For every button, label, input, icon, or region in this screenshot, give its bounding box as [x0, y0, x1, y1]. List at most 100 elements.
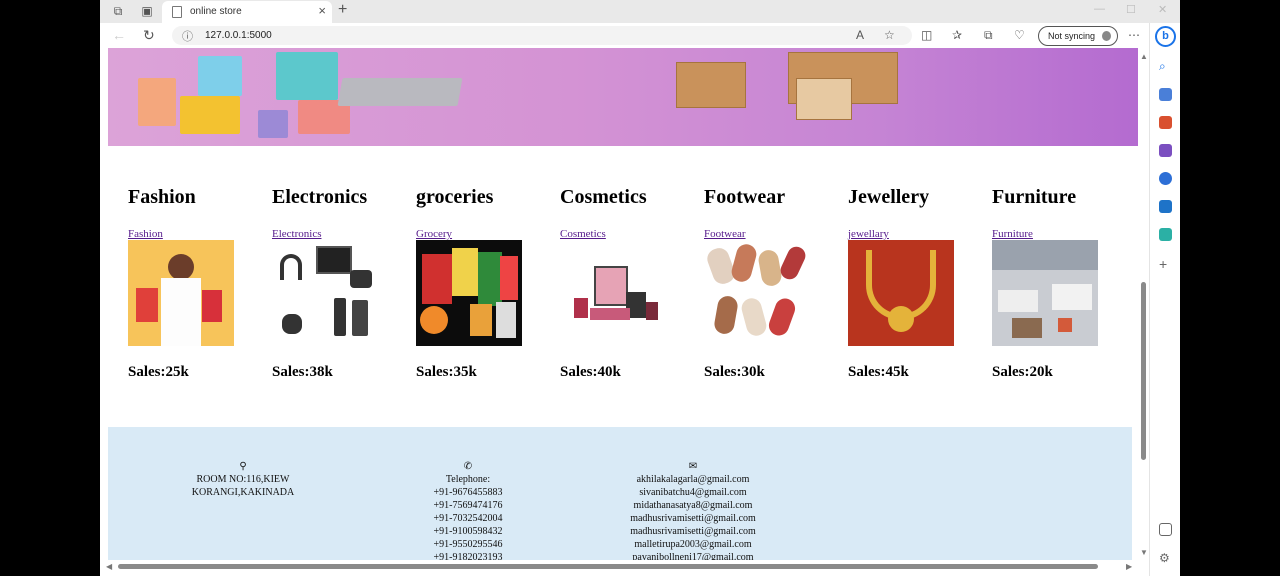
furniture-image — [992, 240, 1098, 346]
jewellery-image — [848, 240, 954, 346]
collections-icon[interactable]: ⧉ — [984, 28, 993, 43]
sidebar-toggle-icon[interactable] — [1159, 523, 1172, 536]
tab-title: online store — [190, 6, 242, 17]
settings-gear-icon[interactable]: ⚙ — [1159, 551, 1172, 565]
address-block: ⚲ ROOM NO:116,KIEW KORANGI,KAKINADA — [178, 461, 308, 499]
close-window-icon[interactable]: ✕ — [1158, 3, 1167, 16]
category-title: Cosmetics — [560, 186, 647, 208]
scroll-up-icon[interactable]: ▲ — [1140, 52, 1148, 61]
category-title: Jewellery — [848, 186, 930, 208]
url-text: 127.0.0.1:5000 — [205, 30, 272, 41]
groceries-image — [416, 240, 522, 346]
gift-box-graphic — [258, 110, 288, 138]
category-title: groceries — [416, 186, 494, 208]
hero-banner-image — [108, 48, 1138, 146]
vertical-scroll-thumb[interactable] — [1141, 282, 1146, 460]
sales-value: Sales:35k — [416, 364, 477, 380]
category-link[interactable]: Footwear — [704, 228, 824, 240]
vertical-scrollbar[interactable]: ▲ ▼ — [1138, 48, 1149, 560]
category-card-cosmetics: Cosmetics Cosmetics Sales:40k — [560, 186, 680, 381]
cardboard-box-graphic — [796, 78, 852, 120]
new-tab-icon[interactable]: + — [338, 1, 347, 19]
category-title: Furniture — [992, 186, 1077, 208]
sales-value: Sales:25k — [128, 364, 189, 380]
category-link[interactable]: jewellary — [848, 228, 968, 240]
read-aloud-icon[interactable]: A — [856, 28, 864, 42]
address-line: KORANGI,KAKINADA — [191, 487, 295, 498]
workspaces-icon[interactable]: ⧉ — [111, 4, 125, 18]
footwear-image — [704, 240, 810, 346]
drop-icon[interactable] — [1159, 228, 1172, 241]
email-address: madhusrivamisetti@gmail.com — [630, 513, 756, 524]
horizontal-scroll-thumb[interactable] — [118, 564, 1098, 569]
split-screen-icon[interactable]: ◫ — [921, 28, 932, 42]
phone-number: +91-9100598432 — [433, 526, 503, 537]
outlook-icon[interactable] — [1159, 200, 1172, 213]
category-link[interactable]: Grocery — [416, 228, 536, 240]
category-link[interactable]: Cosmetics — [560, 228, 680, 240]
scroll-left-icon[interactable]: ◀ — [106, 562, 112, 571]
category-title: Fashion — [128, 186, 196, 208]
category-link[interactable]: Electronics — [272, 228, 392, 240]
games-icon[interactable] — [1159, 144, 1172, 157]
tab-actions-icon[interactable]: ▣ — [140, 4, 154, 18]
info-icon[interactable]: ⓘ — [182, 28, 193, 44]
phone-number: +91-7569474176 — [433, 500, 503, 511]
scroll-down-icon[interactable]: ▼ — [1140, 548, 1148, 557]
email-address: malletirupa2003@gmail.com — [634, 539, 752, 550]
sync-button[interactable]: Not syncing — [1038, 26, 1118, 46]
bing-copilot-icon[interactable]: b — [1155, 26, 1176, 47]
search-icon[interactable]: ⌕ — [1159, 59, 1172, 73]
category-card-groceries: groceries Grocery Sales:35k — [416, 186, 536, 381]
favorites-icon[interactable]: ✰ — [952, 28, 962, 42]
more-options-icon[interactable]: ⋯ — [1128, 28, 1140, 42]
browser-essentials-icon[interactable]: ♡ — [1014, 28, 1025, 42]
shopping-bag-graphic — [138, 78, 176, 126]
favorite-star-icon[interactable]: ☆ — [884, 28, 895, 42]
phone-number: +91-9676455883 — [433, 487, 503, 498]
email-address: midathanasatya8@gmail.com — [633, 500, 753, 511]
fashion-image — [128, 240, 234, 346]
sync-label: Not syncing — [1048, 31, 1096, 41]
horizontal-scrollbar[interactable]: ◀ ▶ — [100, 560, 1138, 573]
tools-icon[interactable] — [1159, 116, 1172, 129]
category-link[interactable]: Fashion — [128, 228, 248, 240]
laptop-graphic — [337, 78, 463, 106]
category-link[interactable]: Furniture — [992, 228, 1112, 240]
envelope-icon: ✉ — [688, 461, 698, 472]
sales-value: Sales:38k — [272, 364, 333, 380]
location-pin-icon: ⚲ — [239, 461, 247, 472]
microsoft365-icon[interactable] — [1159, 172, 1172, 185]
profile-avatar — [1102, 31, 1111, 41]
sales-value: Sales:30k — [704, 364, 765, 380]
cosmetics-image — [560, 240, 666, 346]
gift-box-graphic — [180, 96, 240, 134]
tab-online-store[interactable]: online store × — [162, 1, 332, 23]
telephone-block: ✆ Telephone: +91-9676455883 +91-75694741… — [408, 461, 528, 560]
back-icon[interactable]: ← — [112, 27, 126, 43]
tab-bar: ⧉ ▣ online store × + — ☐ ✕ — [100, 0, 1180, 23]
maximize-icon[interactable]: ☐ — [1126, 3, 1136, 16]
refresh-icon[interactable]: ↻ — [143, 27, 155, 44]
email-address: pavanibollneni17@gmail.com — [632, 552, 754, 560]
phone-icon: ✆ — [463, 461, 473, 472]
scroll-right-icon[interactable]: ▶ — [1126, 562, 1132, 571]
address-line: ROOM NO:116,KIEW — [196, 474, 290, 485]
address-bar[interactable]: ⓘ 127.0.0.1:5000 — [172, 26, 912, 45]
address-toolbar: ← ↻ ⓘ 127.0.0.1:5000 A ☆ ◫ ✰ ⧉ ♡ Not syn… — [100, 23, 1180, 48]
cardboard-box-graphic — [676, 62, 746, 108]
email-address: akhilakalagarla@gmail.com — [636, 474, 750, 485]
phone-number: +91-9550295546 — [433, 539, 503, 550]
category-title: Electronics — [272, 186, 368, 208]
email-address: sivanibatchu4@gmail.com — [639, 487, 747, 498]
page-viewport: Fashion Fashion Sales:25k Electronics El… — [100, 48, 1138, 560]
shopping-icon[interactable] — [1159, 88, 1172, 101]
sales-value: Sales:20k — [992, 364, 1053, 380]
category-card-footwear: Footwear Footwear Sales:30k — [704, 186, 824, 381]
gift-box-graphic — [198, 56, 242, 96]
close-tab-icon[interactable]: × — [318, 3, 326, 18]
category-card-jewellery: Jewellery jewellary Sales:45k — [848, 186, 968, 381]
gift-box-graphic — [276, 52, 338, 100]
minimize-icon[interactable]: — — [1094, 3, 1105, 15]
add-sidebar-app-icon[interactable]: + — [1159, 256, 1172, 272]
